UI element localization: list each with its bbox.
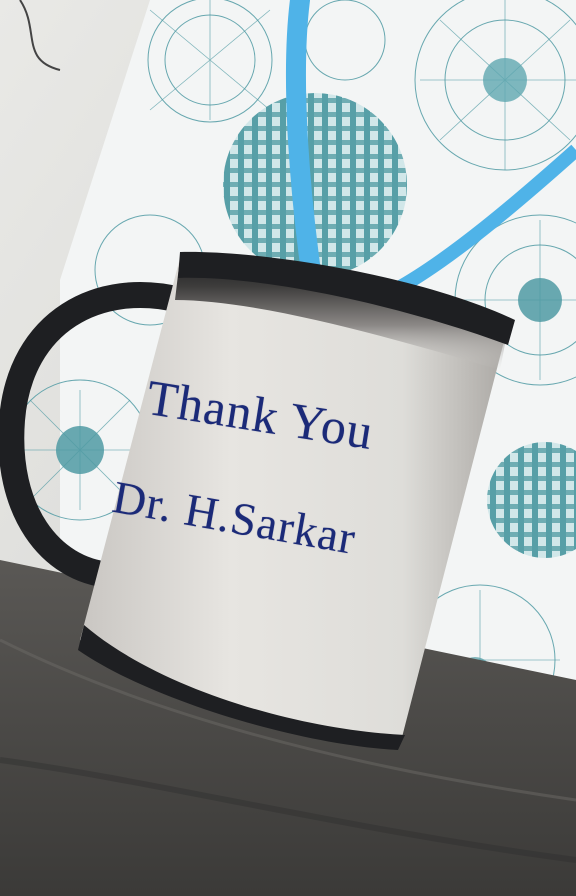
background-illustration: [0, 0, 576, 896]
photo-scene: Thank You Dr. H.Sarkar: [0, 0, 576, 896]
